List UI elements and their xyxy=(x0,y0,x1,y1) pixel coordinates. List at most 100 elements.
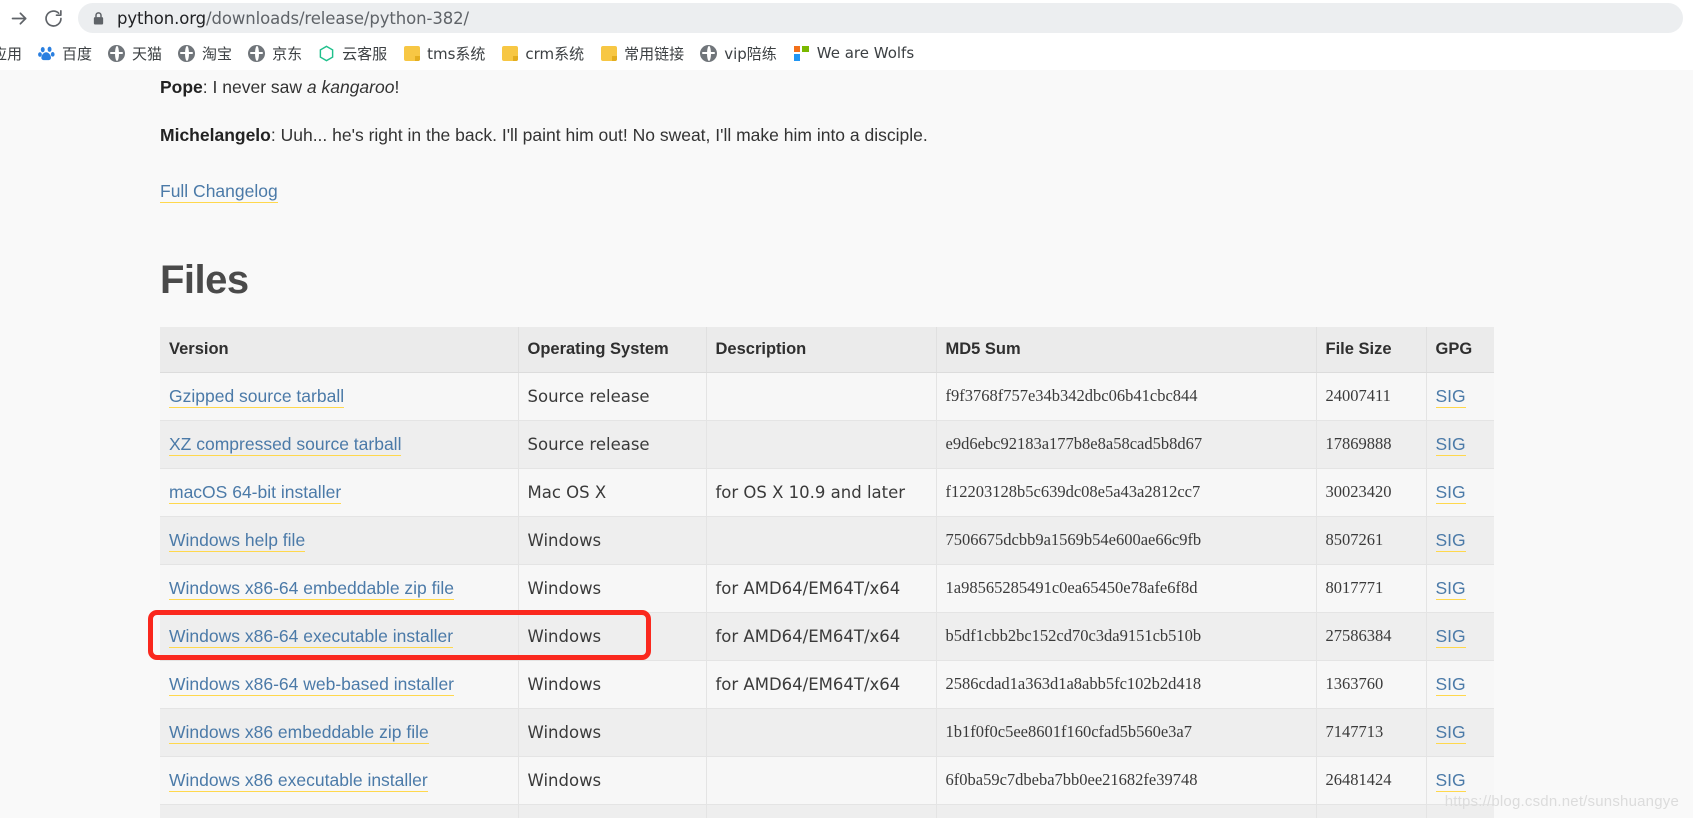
bookmark-label: 云客服 xyxy=(342,44,388,63)
cell-description xyxy=(705,756,936,805)
cell-version: Windows x86-64 executable installer xyxy=(160,612,518,661)
bookmark-label: tms系统 xyxy=(427,44,486,63)
cell-gpg: SIG xyxy=(1425,468,1494,517)
cell-operating-system: Windows xyxy=(517,756,706,805)
full-changelog-link[interactable]: Full Changelog xyxy=(160,180,278,203)
sig-link[interactable]: SIG xyxy=(1435,433,1466,456)
table-row: Windows x86 embeddable zip file Windows 1b… xyxy=(160,708,1494,757)
quote-michelangelo: Michelangelo: Uuh... he's right in the b… xyxy=(160,125,928,146)
sig-link[interactable]: SIG xyxy=(1435,625,1466,648)
version-link[interactable]: Windows x86 executable installer xyxy=(169,769,428,792)
bookmark-taobao[interactable]: 淘宝 xyxy=(170,40,240,66)
microsoft-icon xyxy=(793,45,810,62)
reload-icon[interactable] xyxy=(36,1,70,35)
forward-icon[interactable] xyxy=(2,1,36,35)
cell-operating-system: Windows xyxy=(517,804,706,818)
table-row: macOS 64-bit installer Mac OS Xfor OS X 1… xyxy=(160,468,1494,517)
bookmark-label: 常用链接 xyxy=(624,44,685,63)
cell-md5-sum: 6f0ba59c7dbeba7bb0ee21682fe39748 xyxy=(935,756,1316,805)
bookmark-baidu[interactable]: 百度 xyxy=(30,40,100,66)
cell-md5-sum: 04d97979534f4bd33752c183fc4ce680 xyxy=(935,804,1316,818)
cell-description xyxy=(705,420,936,469)
cell-description: for AMD64/EM64T/x64 xyxy=(705,612,936,661)
cell-gpg: SIG xyxy=(1425,420,1494,469)
col-header-version: Version xyxy=(160,326,518,373)
cell-operating-system: Windows xyxy=(517,612,706,661)
cell-version: Windows x86 web-based installer xyxy=(160,804,518,818)
bookmark-apps[interactable]: 应用 xyxy=(0,40,30,66)
cell-description: for AMD64/EM64T/x64 xyxy=(705,564,936,613)
globe-icon xyxy=(108,44,126,62)
bookmark-tmall[interactable]: 天猫 xyxy=(100,40,170,66)
bookmark-vip[interactable]: vip陪练 xyxy=(692,40,785,66)
page-title: Files xyxy=(160,257,249,302)
table-row: Windows x86-64 executable installer Windo… xyxy=(160,612,1494,661)
hexagon-icon xyxy=(318,45,335,62)
cell-md5-sum: 7506675dcbb9a1569b54e600ae66c9fb xyxy=(935,516,1316,565)
cell-file-size: 30023420 xyxy=(1315,468,1426,517)
col-header-os: Operating System xyxy=(517,326,706,373)
quote-emphasis: a kangaroo xyxy=(306,77,395,97)
sig-link[interactable]: SIG xyxy=(1435,481,1466,504)
version-link[interactable]: Windows x86-64 embeddable zip file xyxy=(169,577,455,600)
cell-file-size: 27586384 xyxy=(1315,612,1426,661)
bookmark-yunkefu[interactable]: 云客服 xyxy=(310,40,395,66)
cell-version: Windows x86 embeddable zip file xyxy=(160,708,518,757)
bookmark-tms[interactable]: tms系统 xyxy=(395,40,493,66)
version-link[interactable]: Windows help file xyxy=(169,529,306,552)
cell-operating-system: Source release xyxy=(517,420,706,469)
sig-link[interactable]: SIG xyxy=(1435,529,1466,552)
sig-link[interactable]: SIG xyxy=(1435,721,1466,744)
col-header-md5: MD5 Sum xyxy=(935,326,1316,373)
version-link[interactable]: Windows x86-64 executable installer xyxy=(169,625,454,648)
version-link[interactable]: XZ compressed source tarball xyxy=(169,433,402,456)
cell-gpg: SIG xyxy=(1425,516,1494,565)
cell-gpg: SIG xyxy=(1425,612,1494,661)
cell-version: Windows x86-64 embeddable zip file xyxy=(160,564,518,613)
bookmark-crm[interactable]: crm系统 xyxy=(493,40,592,66)
cell-operating-system: Windows xyxy=(517,660,706,709)
lock-icon xyxy=(92,11,105,26)
cell-version: Windows help file xyxy=(160,516,518,565)
table-row: Gzipped source tarball Source release f9f3… xyxy=(160,372,1494,421)
folder-icon xyxy=(403,45,420,62)
sig-link[interactable]: SIG xyxy=(1435,673,1466,696)
bookmark-label: 天猫 xyxy=(132,44,163,63)
files-table: Version Operating System Description MD5… xyxy=(160,326,1494,818)
quote-text-end: ! xyxy=(394,77,400,97)
cell-file-size: 24007411 xyxy=(1315,372,1426,421)
cell-file-size: 7147713 xyxy=(1315,708,1426,757)
bookmark-label: 淘宝 xyxy=(202,44,233,63)
sig-link[interactable]: SIG xyxy=(1435,769,1466,792)
cell-gpg: SIG xyxy=(1425,372,1494,421)
version-link[interactable]: Gzipped source tarball xyxy=(169,385,345,408)
sig-link[interactable]: SIG xyxy=(1435,577,1466,600)
table-header-row: Version Operating System Description MD5… xyxy=(160,326,1494,373)
cell-version: macOS 64-bit installer xyxy=(160,468,518,517)
bookmark-common-links[interactable]: 常用链接 xyxy=(592,40,692,66)
col-header-description: Description xyxy=(705,326,936,373)
cell-file-size: 8017771 xyxy=(1315,564,1426,613)
col-header-filesize: File Size xyxy=(1315,326,1426,373)
url-text: python.org/downloads/release/python-382/ xyxy=(117,9,469,28)
cell-md5-sum: f9f3768f757e34b342dbc06b41cbc844 xyxy=(935,372,1316,421)
table-row: Windows help file Windows 7506675dcbb9a156… xyxy=(160,516,1494,565)
cell-description xyxy=(705,804,936,818)
table-body: Gzipped source tarball Source release f9f3… xyxy=(160,372,1494,818)
cell-description xyxy=(705,516,936,565)
bookmark-jd[interactable]: 京东 xyxy=(240,40,310,66)
cell-md5-sum: 1b1f0f0c5ee8601f160cfad5b560e3a7 xyxy=(935,708,1316,757)
page-content: Pope: I never saw a kangaroo! Michelange… xyxy=(0,70,1693,818)
cell-gpg: SIG xyxy=(1425,660,1494,709)
bookmark-we-are-wolfs[interactable]: We are Wolfs xyxy=(785,40,922,66)
version-link[interactable]: Windows x86 embeddable zip file xyxy=(169,721,429,744)
browser-toolbar: python.org/downloads/release/python-382/ xyxy=(0,0,1693,36)
version-link[interactable]: macOS 64-bit installer xyxy=(169,481,342,504)
address-bar[interactable]: python.org/downloads/release/python-382/ xyxy=(78,3,1683,33)
bookmark-label: vip陪练 xyxy=(724,44,777,63)
cell-gpg: SIG xyxy=(1425,564,1494,613)
version-link[interactable]: Windows x86-64 web-based installer xyxy=(169,673,454,696)
quote-text: I never saw xyxy=(212,77,307,97)
sig-link[interactable]: SIG xyxy=(1435,385,1466,408)
table-row: Windows x86 web-based installerWindows 04… xyxy=(160,804,1494,818)
